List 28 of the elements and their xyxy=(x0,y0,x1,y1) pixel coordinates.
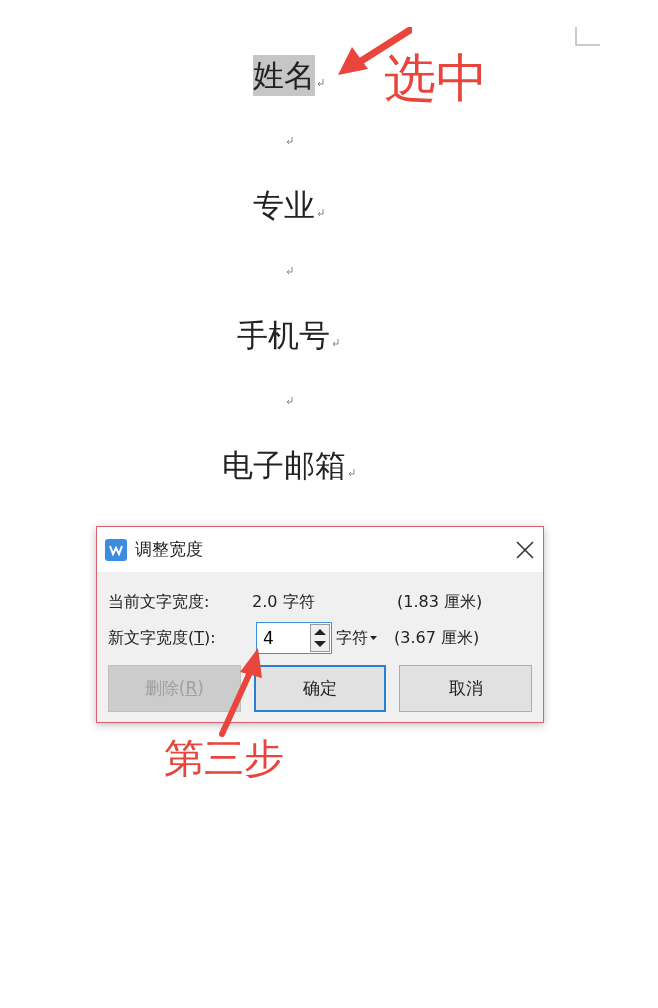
paragraph-text: 姓名 xyxy=(252,54,315,97)
dialog-button[interactable]: 取消 xyxy=(399,665,532,712)
close-icon[interactable] xyxy=(515,539,535,560)
app-logo-icon xyxy=(105,538,127,561)
paragraph-mark-icon xyxy=(285,397,293,404)
paragraph-mark-icon xyxy=(285,137,293,144)
field-label: 新文字宽度(T): xyxy=(108,627,217,649)
annotation-text: 选中 xyxy=(384,52,488,104)
width-value: 2.0 字符 xyxy=(252,591,316,613)
dialog-button[interactable]: 确定 xyxy=(253,665,387,712)
paragraph-mark-icon xyxy=(285,267,293,274)
paragraph-mark-icon xyxy=(332,339,339,346)
paragraph-mark-icon xyxy=(347,469,355,476)
paragraph-mark-icon xyxy=(316,209,324,216)
spinner-icon[interactable] xyxy=(310,622,332,654)
corner-mark-icon xyxy=(575,27,600,46)
metric-value: (1.83 厘米) xyxy=(397,591,483,613)
paragraph-mark-icon xyxy=(316,79,324,86)
arrow-icon xyxy=(216,646,264,738)
paragraph-text: 专业 xyxy=(252,185,315,225)
unit-dropdown[interactable]: 字符 xyxy=(336,627,394,649)
field-label: 当前文字宽度: xyxy=(108,591,211,613)
annotation-text: 第三步 xyxy=(164,738,284,778)
paragraph-text: 电子邮箱 xyxy=(221,445,346,485)
dialog-title: 调整宽度 xyxy=(135,538,204,561)
paragraph-text: 手机号 xyxy=(237,315,330,355)
caret-icon xyxy=(370,636,377,640)
metric-value: (3.67 厘米) xyxy=(394,627,480,649)
